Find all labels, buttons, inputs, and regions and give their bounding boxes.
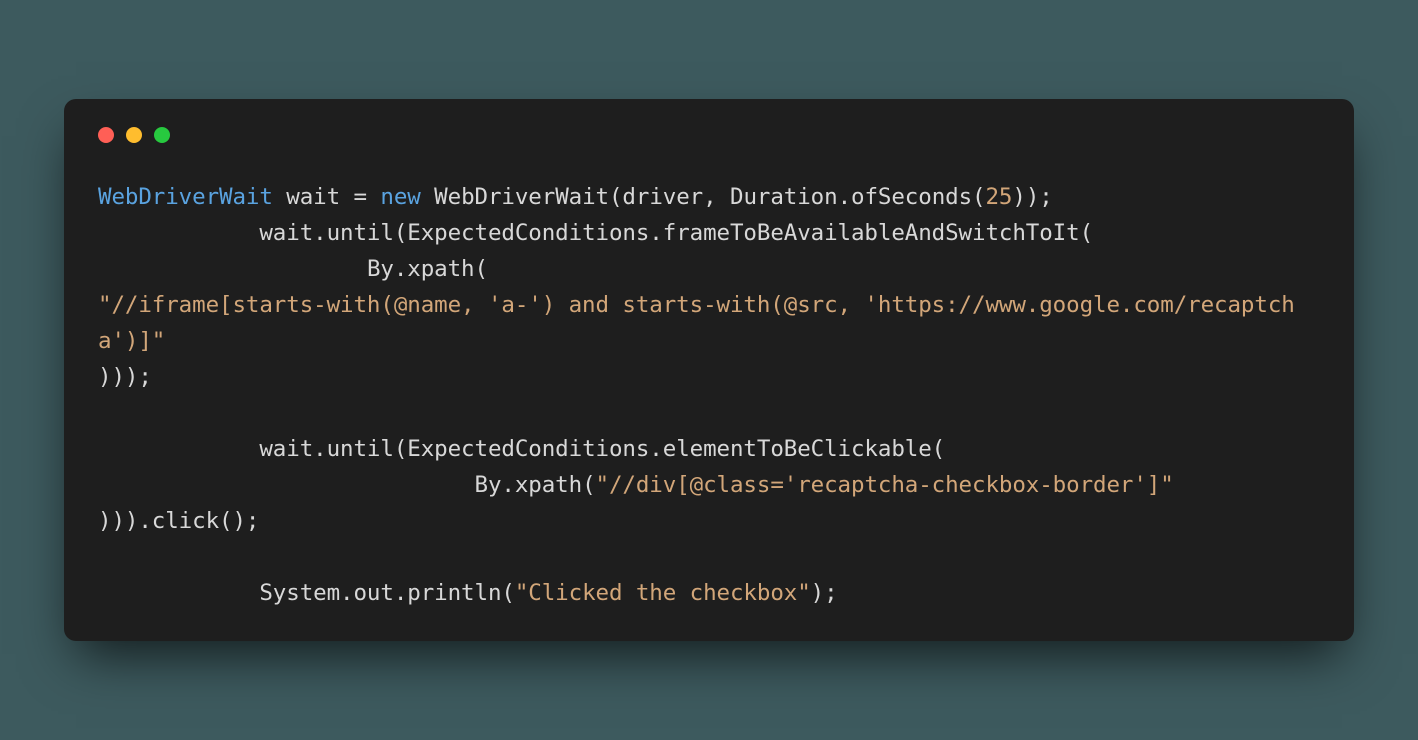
code-token: ); [811,580,838,606]
minimize-icon[interactable] [126,127,142,143]
code-token: By.xpath( [98,472,596,498]
code-token: )); [1012,184,1052,210]
code-window: WebDriverWait wait = new WebDriverWait(d… [64,99,1354,641]
code-line: ))); [98,364,152,390]
code-token-keyword: new [380,184,420,210]
code-line: ))).click(); [98,508,259,534]
code-token-string: "//div[@class='recaptcha-checkbox-border… [596,472,1174,498]
code-line: wait.until(ExpectedConditions.elementToB… [98,436,945,462]
code-line: By.xpath( [98,256,488,282]
code-token: WebDriverWait(driver, Duration.ofSeconds… [421,184,986,210]
code-token-string: "//iframe[starts-with(@name, 'a-') and s… [98,292,1295,354]
close-icon[interactable] [98,127,114,143]
maximize-icon[interactable] [154,127,170,143]
code-token: System.out.println( [98,580,515,606]
code-token-type: WebDriverWait [98,184,273,210]
code-line: wait.until(ExpectedConditions.frameToBeA… [98,220,1093,246]
code-token-number: 25 [985,184,1012,210]
code-token-string: "Clicked the checkbox" [515,580,811,606]
code-block: WebDriverWait wait = new WebDriverWait(d… [98,179,1320,611]
code-token: wait = [273,184,381,210]
window-titlebar [98,127,1320,143]
